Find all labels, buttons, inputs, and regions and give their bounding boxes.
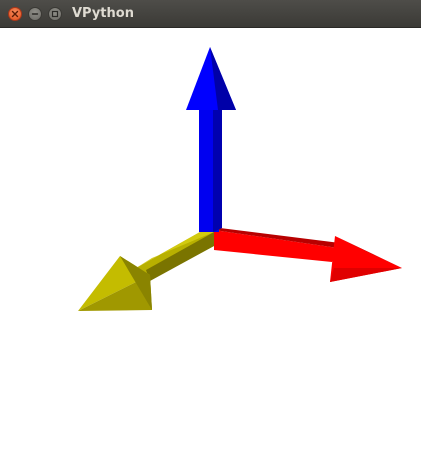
- y-axis-arrow: [186, 47, 236, 232]
- 3d-scene[interactable]: [0, 28, 421, 448]
- maximize-icon: [51, 10, 59, 18]
- close-button[interactable]: [8, 7, 22, 21]
- vpython-window: VPython: [0, 0, 421, 448]
- close-icon: [11, 10, 19, 18]
- maximize-button[interactable]: [48, 7, 62, 21]
- titlebar[interactable]: VPython: [0, 0, 421, 28]
- window-title: VPython: [72, 6, 134, 21]
- x-axis-arrow: [214, 228, 402, 282]
- vpython-canvas[interactable]: [0, 28, 421, 448]
- minimize-icon: [31, 13, 39, 15]
- z-axis-arrow: [78, 232, 214, 311]
- minimize-button[interactable]: [28, 7, 42, 21]
